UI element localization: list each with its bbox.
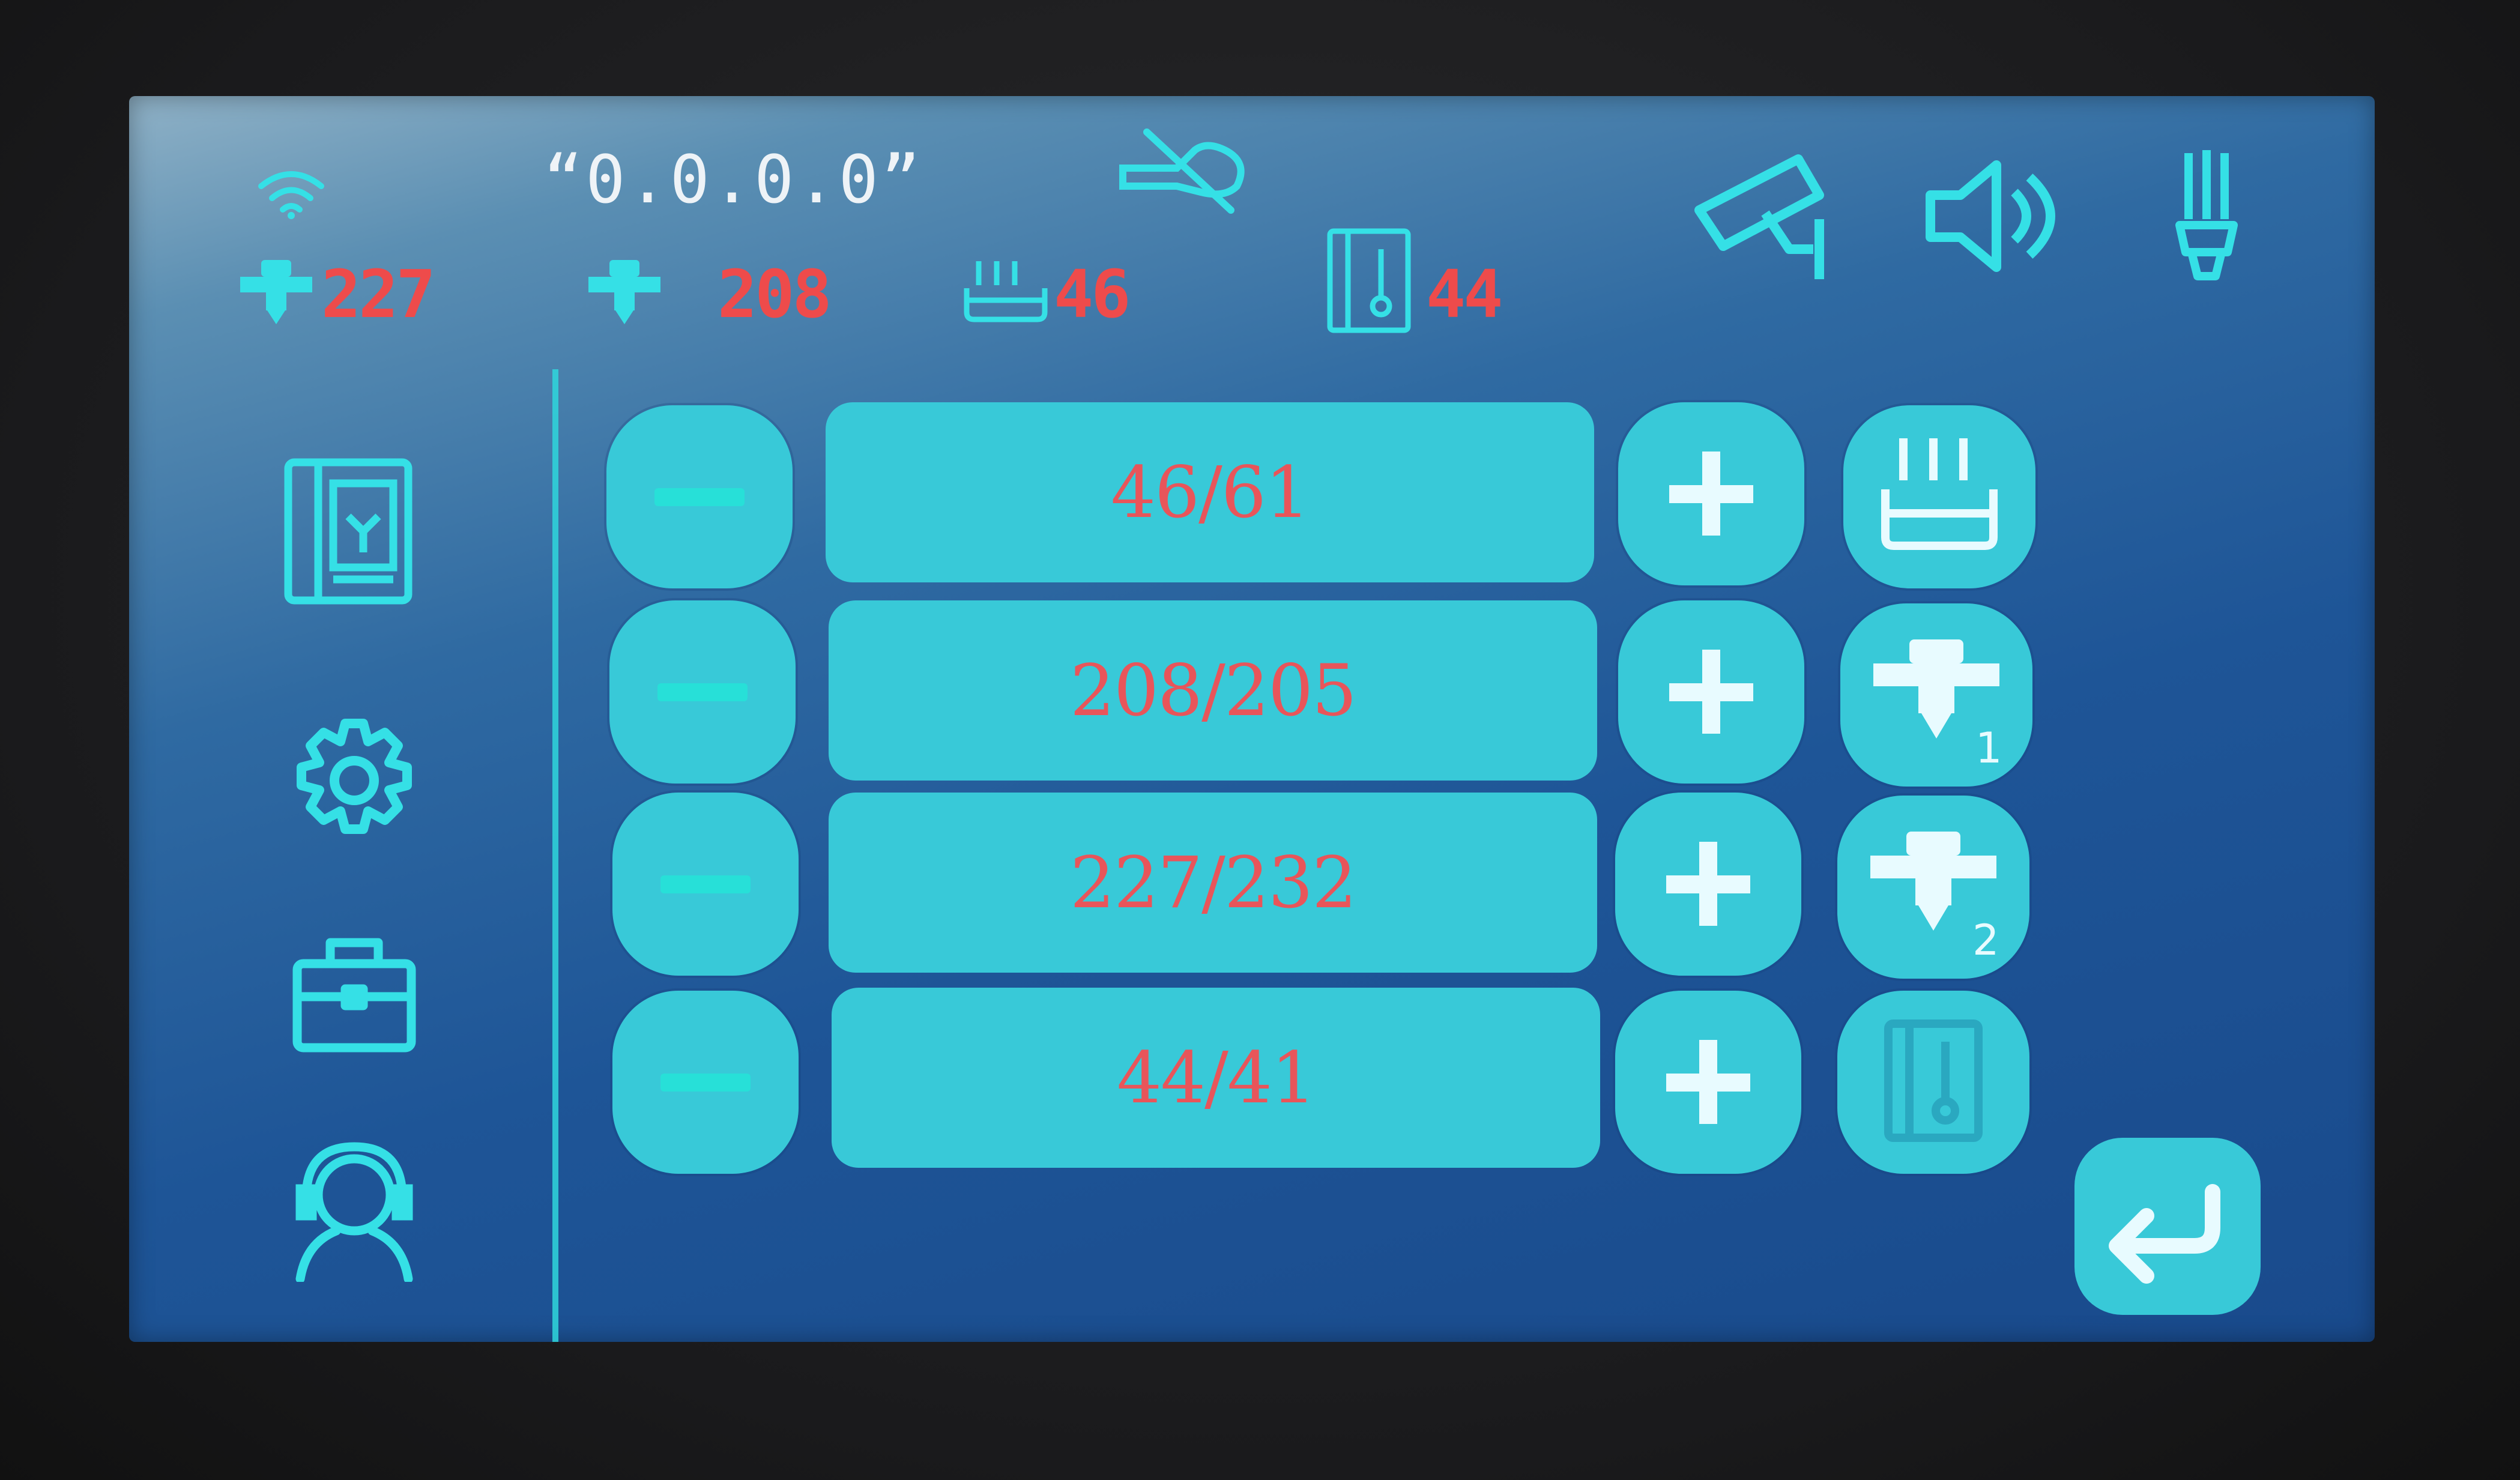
speaker-icon[interactable] <box>1924 156 2062 276</box>
sidebar-divider <box>552 369 558 1342</box>
nozzle1-heater-button[interactable]: 1 <box>1840 603 2032 787</box>
chamber-increase-button[interactable] <box>1615 991 1801 1174</box>
bed-decrease-button[interactable] <box>606 405 793 588</box>
ip-address: “0.0.0.0” <box>543 141 923 218</box>
heated-bed-icon <box>961 255 1051 327</box>
nozzle2-decrease-button[interactable] <box>612 793 799 976</box>
bed-heater-button[interactable] <box>1843 405 2035 588</box>
light-icon[interactable] <box>2171 144 2243 282</box>
svg-text:1: 1 <box>1975 723 2002 773</box>
nozzle2-increase-button[interactable] <box>1615 793 1801 976</box>
support-icon[interactable] <box>288 1141 420 1282</box>
nozzle2-temp: 227 <box>321 256 436 333</box>
svg-text:2: 2 <box>1972 916 1999 965</box>
bed-temp: 46 <box>1054 256 1131 333</box>
chamber-icon <box>1324 225 1414 336</box>
back-button[interactable] <box>2074 1138 2261 1315</box>
nozzle1-decrease-button[interactable] <box>609 600 796 784</box>
nozzle-icon <box>237 255 315 327</box>
nozzle1-temp: 208 <box>718 256 832 333</box>
nozzle2-heater-button[interactable]: 2 <box>1837 796 2029 979</box>
gear-icon[interactable] <box>288 714 420 847</box>
printer-icon[interactable] <box>282 456 414 606</box>
nozzle1-increase-button[interactable] <box>1618 600 1804 784</box>
touch-screen: “0.0.0.0” 227 208 46 44 46/61 208/205 1 … <box>129 96 2375 1342</box>
nozzle-icon <box>585 255 663 327</box>
chamber-temp-display[interactable]: 44/41 <box>832 988 1600 1168</box>
chamber-temp: 44 <box>1426 256 1503 333</box>
nozzle2-temp-display[interactable]: 227/232 <box>829 793 1597 973</box>
bed-increase-button[interactable] <box>1618 402 1804 585</box>
no-hand-icon <box>1117 126 1255 216</box>
bed-temp-display[interactable]: 46/61 <box>826 402 1594 582</box>
chamber-heater-button[interactable] <box>1837 991 2029 1174</box>
chamber-decrease-button[interactable] <box>612 991 799 1174</box>
wifi-icon <box>255 165 327 219</box>
toolbox-icon[interactable] <box>291 934 417 1054</box>
nozzle1-temp-display[interactable]: 208/205 <box>829 600 1597 781</box>
camera-icon[interactable] <box>1693 147 1843 285</box>
